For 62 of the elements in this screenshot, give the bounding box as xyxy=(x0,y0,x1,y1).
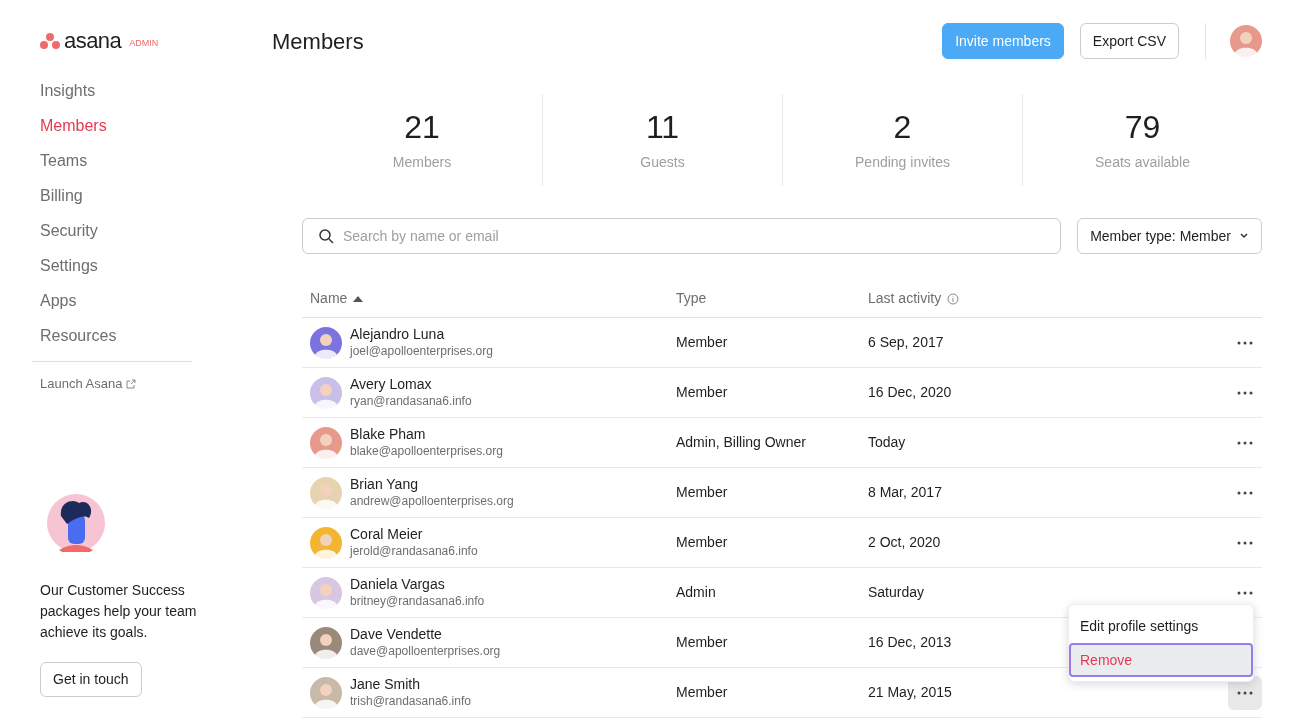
member-name: Jane Smith xyxy=(350,675,422,693)
launch-asana-link[interactable]: Launch Asana xyxy=(40,374,137,394)
stat-label: Guests xyxy=(640,152,685,172)
member-type-dropdown[interactable]: Member type: Member xyxy=(1077,218,1262,254)
member-email: blake@apolloenterprises.org xyxy=(350,442,503,460)
sidebar-item[interactable]: Apps xyxy=(40,290,272,312)
sidebar-item[interactable]: Security xyxy=(40,220,272,242)
menu-item[interactable]: Edit profile settings xyxy=(1069,609,1253,643)
stat-label: Pending invites xyxy=(855,152,950,172)
column-header[interactable]: Last activity xyxy=(868,288,942,309)
member-type: Member xyxy=(676,633,728,652)
last-activity: 16 Dec, 2013 xyxy=(868,633,952,652)
member-email: ryan@randasana6.info xyxy=(350,392,472,410)
admin-label: ADMIN xyxy=(129,37,159,51)
member-email: britney@randasana6.info xyxy=(350,592,485,610)
get-in-touch-button[interactable]: Get in touch xyxy=(40,661,142,697)
last-activity: Today xyxy=(868,433,906,452)
member-name: Alejandro Luna xyxy=(350,325,446,343)
logo-wordmark: asana xyxy=(64,30,122,52)
last-activity: 16 Dec, 2020 xyxy=(868,383,952,402)
stat-value: 2 xyxy=(893,107,912,146)
last-activity: 8 Mar, 2017 xyxy=(868,483,942,502)
member-email: joel@apolloenterprises.org xyxy=(350,342,493,360)
member-name: Brian Yang xyxy=(350,475,419,493)
member-name: Daniela Vargas xyxy=(350,575,446,593)
column-header[interactable]: Name xyxy=(310,288,348,309)
page-title: Members xyxy=(272,27,364,56)
stat-label: Members xyxy=(392,152,452,172)
last-activity: 21 May, 2015 xyxy=(868,683,952,702)
member-name: Coral Meier xyxy=(350,525,424,543)
member-name: Blake Pham xyxy=(350,425,427,443)
sidebar-item[interactable]: Billing xyxy=(40,185,272,207)
member-email: dave@apolloenterprises.org xyxy=(350,642,501,660)
sidebar-item[interactable]: Insights xyxy=(40,80,272,102)
member-type: Member xyxy=(676,483,728,502)
search-field[interactable]: Search by name or email xyxy=(302,218,1062,254)
sidebar-item[interactable]: Members xyxy=(40,115,272,137)
member-type: Member xyxy=(676,683,728,702)
member-type: Member xyxy=(676,383,728,402)
member-type: Admin, Billing Owner xyxy=(676,433,806,452)
member-name: Dave Vendette xyxy=(350,625,443,643)
stat-value: 11 xyxy=(645,107,680,146)
sidebar-item[interactable]: Resources xyxy=(40,325,272,347)
member-email: trish@randasana6.info xyxy=(350,692,471,710)
stat-value: 79 xyxy=(1124,107,1161,146)
menu-item[interactable]: Remove xyxy=(1069,643,1253,677)
last-activity: Saturday xyxy=(868,583,925,602)
member-type: Member xyxy=(676,333,728,352)
member-type: Member xyxy=(676,533,728,552)
member-name: Avery Lomax xyxy=(350,375,433,393)
last-activity: 6 Sep, 2017 xyxy=(868,333,944,352)
member-email: jerold@randasana6.info xyxy=(350,542,478,560)
column-header[interactable]: Type xyxy=(676,288,707,309)
sidebar-item[interactable]: Teams xyxy=(40,150,272,172)
member-type: Admin xyxy=(676,583,716,602)
last-activity: 2 Oct, 2020 xyxy=(868,533,941,552)
sidebar-item[interactable]: Settings xyxy=(40,255,272,277)
member-email: andrew@apolloenterprises.org xyxy=(350,492,514,510)
export-csv-button[interactable]: Export CSV xyxy=(1079,23,1179,59)
stat-value: 21 xyxy=(404,107,440,146)
stat-label: Seats available xyxy=(1095,152,1190,172)
promo-text: Our Customer Success packages help your team achieve its goals. xyxy=(40,580,198,642)
